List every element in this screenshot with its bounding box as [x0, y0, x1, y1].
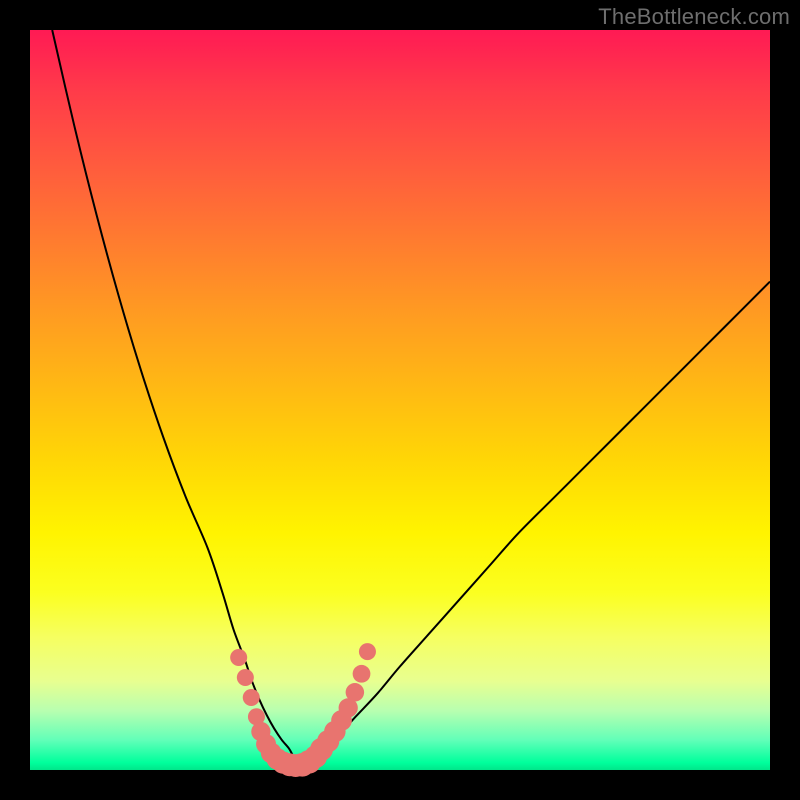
valley-marker: [353, 665, 371, 683]
marker-group: [230, 643, 376, 777]
curves-svg: [30, 30, 770, 770]
valley-marker: [237, 669, 254, 686]
valley-marker: [230, 649, 247, 666]
valley-marker: [359, 643, 376, 660]
watermark-text: TheBottleneck.com: [598, 4, 790, 30]
chart-frame: TheBottleneck.com: [0, 0, 800, 800]
curve-left: [52, 30, 300, 764]
plot-area: [30, 30, 770, 770]
valley-marker: [346, 683, 365, 702]
curve-right: [304, 282, 770, 764]
valley-marker: [243, 689, 260, 706]
